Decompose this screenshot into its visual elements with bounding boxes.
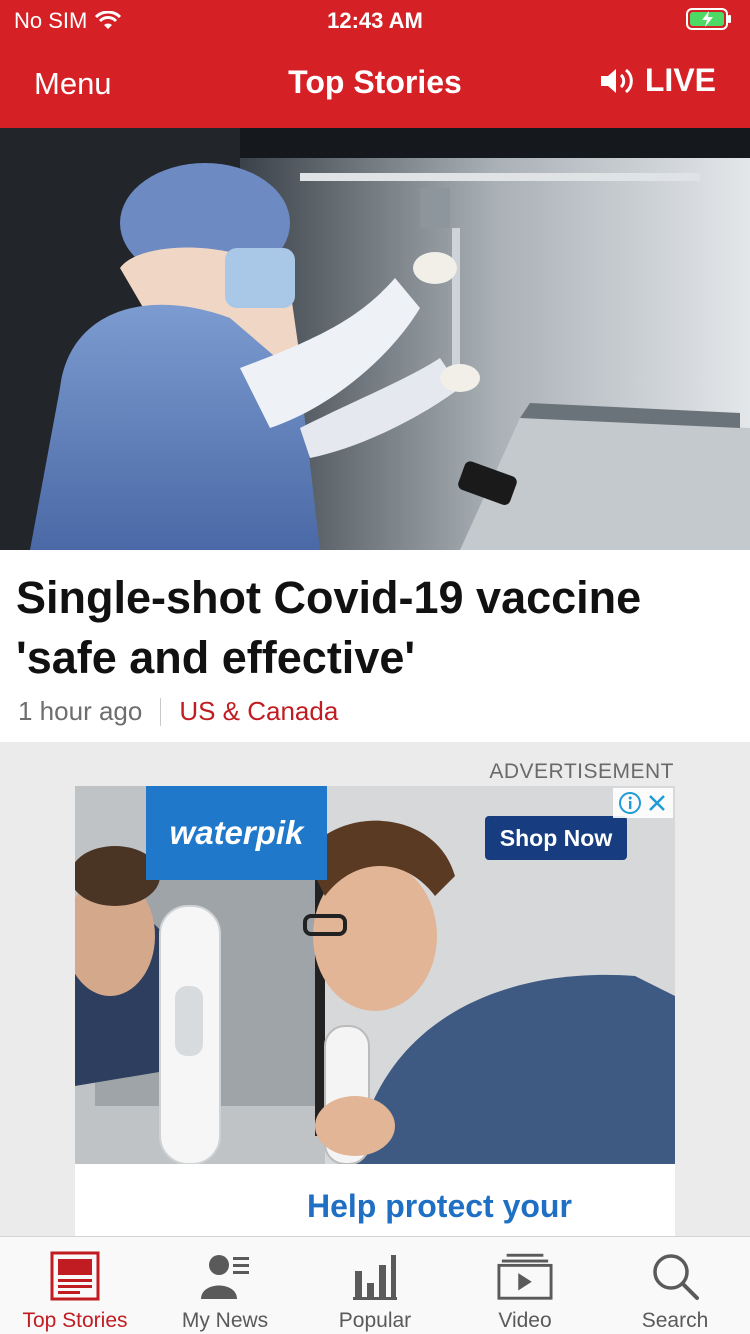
status-bar: No SIM 12:43 AM [0,0,750,40]
battery-charging-icon [686,8,731,30]
tab-label: Video [498,1309,552,1332]
ad-brand-logo: waterpik [146,786,327,880]
tab-label: Popular [338,1309,412,1332]
close-icon[interactable] [646,792,668,814]
search-icon [653,1254,699,1300]
popular-icon [353,1255,397,1300]
speaker-icon [600,68,633,93]
top-story-card[interactable]: Single-shot Covid-19 vaccine 'safe and e… [0,550,750,742]
live-button[interactable]: LIVE [599,62,716,99]
top-stories-icon [50,1251,100,1301]
app-header: No SIM 12:43 AM Menu Top Stories LIVE [0,0,750,128]
ad-container: ADVERTISEMENT waterpik Shop Now Help pro… [0,742,750,1236]
tab-search[interactable]: Search [600,1237,750,1334]
tab-label: Top Stories [22,1309,128,1332]
lab-scene-image [0,128,750,550]
tab-label: My News [181,1309,269,1332]
video-icon [497,1253,553,1300]
my-news-icon [201,1255,249,1299]
shop-now-button[interactable]: Shop Now [485,816,627,860]
story-headline[interactable]: Single-shot Covid-19 vaccine 'safe and e… [16,568,716,688]
ad-tagline: Help protect your [307,1188,572,1224]
clock: 12:43 AM [327,8,423,33]
ad-choices[interactable] [613,788,673,818]
story-timestamp: 1 hour ago [18,696,143,726]
tab-popular[interactable]: Popular [300,1237,450,1334]
info-icon[interactable] [618,791,642,815]
tab-bar: Top Stories My News Popular Video Search [0,1236,750,1334]
tab-my-news[interactable]: My News [150,1237,300,1334]
nav-row: Menu Top Stories LIVE [0,40,750,128]
ad-label: ADVERTISEMENT [489,760,674,783]
story-hero-image[interactable] [0,128,750,550]
story-meta: 1 hour ago US & Canada [18,696,338,727]
live-label: LIVE [644,62,716,98]
ad-banner[interactable]: waterpik Shop Now Help protect your [75,786,675,1236]
tab-video[interactable]: Video [450,1237,600,1334]
tab-top-stories[interactable]: Top Stories [0,1237,150,1334]
tab-label: Search [641,1309,709,1332]
meta-divider [160,697,162,726]
story-topic-link[interactable]: US & Canada [179,696,338,727]
